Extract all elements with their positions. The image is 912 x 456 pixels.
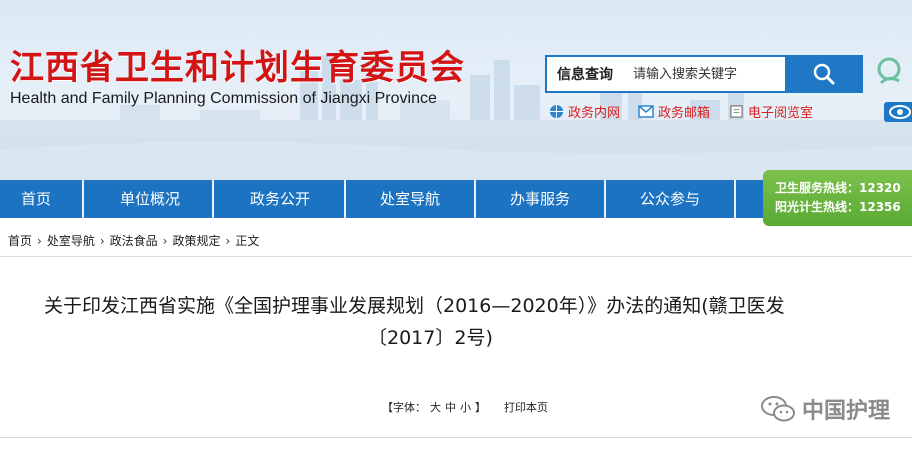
breadcrumb-law-food[interactable]: 政法食品 <box>110 232 158 249</box>
hotline-family-planning: 阳光计生热线：12356 <box>775 200 901 214</box>
nav-divider <box>82 180 84 218</box>
quick-link-label: 政务邮箱 <box>658 106 711 121</box>
chevron-right-icon: › <box>99 233 105 248</box>
header-banner: 江西省卫生和计划生育委员会 Health and Family Planning… <box>0 0 912 180</box>
eye-icon[interactable] <box>884 102 912 122</box>
corner-logo-icon <box>877 57 901 85</box>
print-page-button[interactable]: 打印本页 <box>504 399 548 415</box>
article-title-line1: 关于印发江西省实施《全国护理事业发展规划（2016—2020年）》办法的通知(赣… <box>44 295 785 317</box>
site-title: 江西省卫生和计划生育委员会 <box>10 48 465 88</box>
breadcrumb-divider <box>0 256 912 257</box>
quick-links: 政务内网 政务邮箱 电子阅览室 <box>548 102 813 121</box>
hotline-health: 卫生服务热线：12320 <box>775 181 901 195</box>
breadcrumb-departments[interactable]: 处室导航 <box>47 232 95 249</box>
quick-link-label: 电子阅览室 <box>748 106 814 121</box>
quick-link-intranet[interactable]: 政务内网 <box>548 102 620 121</box>
nav-item-services[interactable]: 办事服务 <box>482 180 598 218</box>
site-subtitle: Health and Family Planning Commission of… <box>10 90 437 107</box>
nav-divider <box>474 180 476 218</box>
nav-divider <box>734 180 736 218</box>
font-large-button[interactable]: 大 <box>430 399 441 415</box>
nav-item-departments[interactable]: 处室导航 <box>352 180 468 218</box>
article-title-line2: 〔2017〕2号) <box>368 327 493 349</box>
breadcrumb-home[interactable]: 首页 <box>8 232 32 249</box>
article-tools: 【字体： 大 中 小 】 打印本页 <box>382 399 552 415</box>
search-label: 信息查询 <box>557 67 613 83</box>
breadcrumb-policies[interactable]: 政策规定 <box>172 232 220 249</box>
quick-link-label: 政务内网 <box>568 106 621 121</box>
search-icon <box>813 63 835 85</box>
globe-icon <box>548 104 564 120</box>
content-divider <box>0 437 912 438</box>
search-button[interactable] <box>785 55 863 93</box>
search-box: 信息查询 <box>545 55 863 93</box>
font-medium-button[interactable]: 中 <box>445 399 456 415</box>
breadcrumb: 首页 › 处室导航 › 政法食品 › 政策规定 › 正文 <box>8 232 259 249</box>
wechat-watermark: 中国护理 <box>760 393 890 425</box>
nav-divider <box>344 180 346 218</box>
chevron-right-icon: › <box>225 233 231 248</box>
quick-link-mailbox[interactable]: 政务邮箱 <box>638 102 710 121</box>
nav-item-about[interactable]: 单位概况 <box>92 180 208 218</box>
nav-divider <box>212 180 214 218</box>
breadcrumb-current: 正文 <box>235 234 260 248</box>
article-title: 关于印发江西省实施《全国护理事业发展规划（2016—2020年）》办法的通知(赣… <box>44 290 912 354</box>
mail-icon <box>638 104 654 120</box>
search-input[interactable] <box>633 59 781 89</box>
font-small-button[interactable]: 小 <box>460 399 471 415</box>
chevron-right-icon: › <box>162 233 168 248</box>
quick-link-reading-room[interactable]: 电子阅览室 <box>728 102 813 121</box>
wechat-icon <box>761 396 795 422</box>
nav-item-home[interactable]: 首页 <box>0 180 72 218</box>
hotline-panel: 卫生服务热线：12320 阳光计生热线：12356 <box>763 170 912 226</box>
page: 江西省卫生和计划生育委员会 Health and Family Planning… <box>0 0 912 456</box>
chevron-right-icon: › <box>37 233 42 248</box>
font-size-bracket: 】 <box>475 401 486 414</box>
book-icon <box>728 104 744 120</box>
nav-item-gov-affairs[interactable]: 政务公开 <box>222 180 338 218</box>
font-size-label: 【字体： <box>382 401 426 414</box>
nav-divider <box>604 180 606 218</box>
nav-item-participation[interactable]: 公众参与 <box>612 180 728 218</box>
watermark-text: 中国护理 <box>802 399 891 424</box>
